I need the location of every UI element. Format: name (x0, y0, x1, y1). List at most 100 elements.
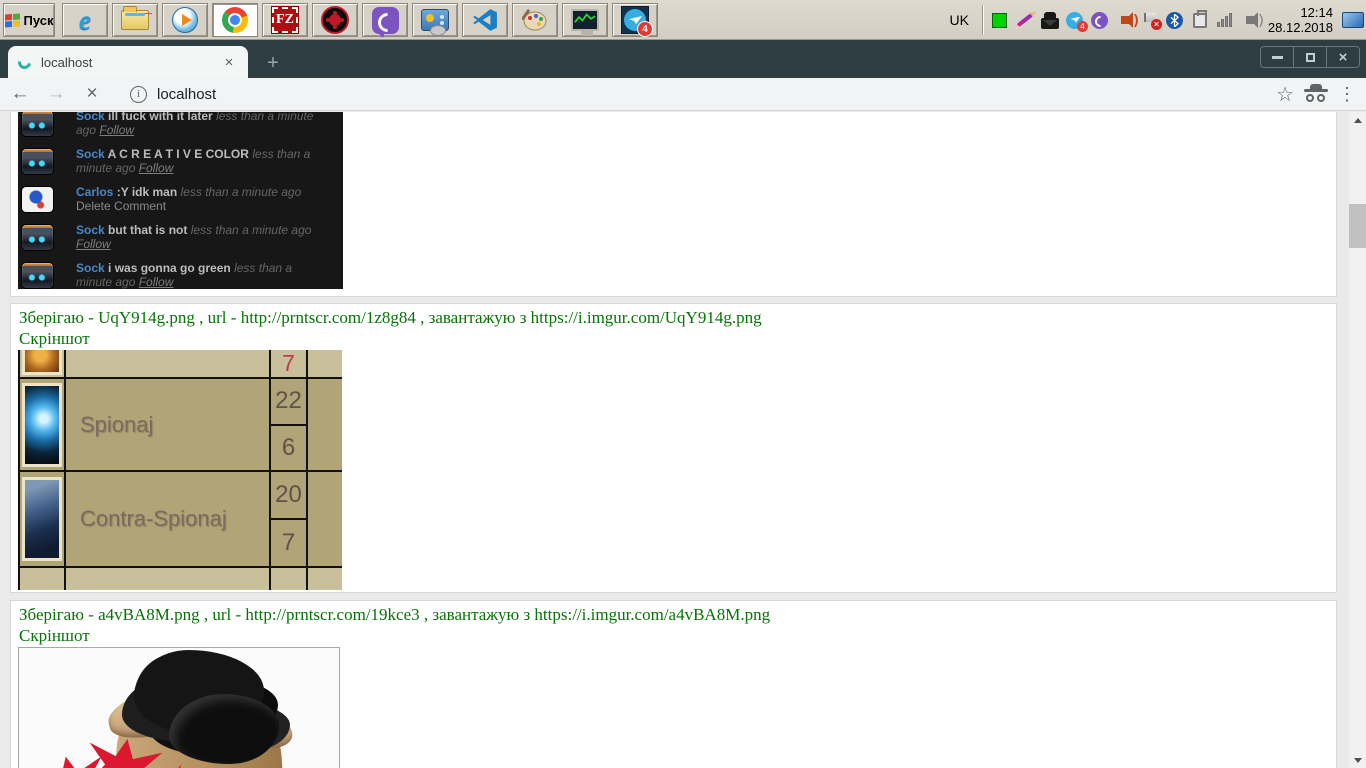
taskbar-item-paint[interactable] (512, 3, 558, 37)
comment-text: A C R E A T I V E COLOR (108, 147, 249, 161)
chrome-icon (221, 6, 249, 34)
log-entry-card: Sock ill fuck with it later less than a … (10, 112, 1337, 297)
close-button[interactable]: × (1326, 47, 1359, 67)
address-text[interactable]: localhost (157, 86, 1276, 103)
clock-date: 28.12.2018 (1268, 20, 1333, 35)
comment-follow-link: Follow (139, 275, 174, 289)
start-button[interactable]: Пуск (3, 3, 55, 37)
tab-localhost[interactable]: localhost × (8, 46, 248, 78)
taskbar-item-filezilla[interactable]: FZ (262, 3, 308, 37)
speaker-tray-icon[interactable] (1241, 11, 1259, 29)
page-scrollbar[interactable] (1349, 112, 1366, 768)
unit-value: 6 (271, 426, 306, 471)
forward-button[interactable]: → (40, 80, 72, 108)
log-entry-text: Зберігаю - a4vBA8M.png , url - http://pr… (11, 601, 1336, 625)
table-row: 7 (20, 568, 342, 590)
minimize-icon (1272, 56, 1283, 59)
telegram-icon: 4 (621, 6, 649, 34)
comment-text: i was gonna go green (108, 261, 231, 275)
arrow-up-icon (1354, 118, 1362, 123)
taskbar-item-game-launcher[interactable] (312, 3, 358, 37)
arrow-down-icon (1354, 758, 1362, 763)
chat-comment: Sock ill fuck with it later less than a … (21, 112, 333, 137)
clipboard-tray-icon[interactable] (1191, 11, 1209, 29)
taskbar-item-vscode[interactable] (462, 3, 508, 37)
signal-tray-icon[interactable] (1216, 11, 1234, 29)
show-desktop-icon[interactable] (1342, 12, 1364, 28)
system-monitor-icon (571, 6, 599, 34)
counterspy-unit-icon (22, 477, 62, 561)
telegram-tray-badge: 4 (1077, 21, 1088, 32)
viber-tray-icon[interactable] (1091, 11, 1109, 29)
taskbar-item-telegram[interactable]: 4 (612, 3, 658, 37)
mail-agent-tray-icon[interactable] (1041, 11, 1059, 29)
swirl-unit-icon (22, 350, 62, 375)
unit-name: Contra-Spionaj (66, 472, 271, 566)
back-button[interactable]: ← (4, 80, 36, 108)
table-row: 7 (20, 350, 342, 379)
windows-logo-icon (5, 13, 20, 27)
vscode-icon (471, 6, 499, 34)
scrollbar-up-button[interactable] (1349, 112, 1366, 128)
comment-username: Sock (76, 223, 105, 237)
screenshot-link[interactable]: Скріншот (11, 328, 1336, 349)
screenshot-link[interactable]: Скріншот (11, 625, 1336, 646)
page-info-icon[interactable]: i (130, 86, 147, 103)
restore-icon (1306, 53, 1315, 62)
comment-text: but that is not (108, 223, 187, 237)
game-table-screenshot: 7 Spionaj 226 Contra-Spionaj 207 7 (18, 350, 342, 590)
comment-follow-link: Follow (99, 123, 134, 137)
incognito-icon (1304, 85, 1328, 103)
comment-text: :Y idk man (117, 185, 177, 199)
comment-username: Sock (76, 112, 105, 123)
comment-follow-link: Follow (76, 237, 111, 251)
stop-button[interactable]: × (76, 80, 108, 108)
taskbar-item-system-monitor[interactable] (562, 3, 608, 37)
recording-tray-icon[interactable] (991, 11, 1009, 29)
taskbar-item-viber[interactable] (362, 3, 408, 37)
table-row: Spionaj 226 (20, 379, 342, 472)
telegram-tray-icon[interactable]: 4 (1066, 11, 1084, 29)
scrollbar-thumb[interactable] (1349, 204, 1366, 248)
taskbar-item-media-player[interactable] (162, 3, 208, 37)
table-cell-cut (308, 568, 342, 590)
comment-follow-link: Follow (139, 161, 174, 175)
tab-close-icon[interactable]: × (220, 53, 238, 71)
comment-meta: less than a minute ago (191, 223, 312, 237)
chat-comment: Sock i was gonna go green less than a mi… (21, 262, 333, 289)
tray-clock[interactable]: 12:14 28.12.2018 (1266, 5, 1335, 35)
taskbar-item-display-settings[interactable] (412, 3, 458, 37)
unit-value: 7 (271, 350, 306, 377)
volume-active-tray-icon[interactable] (1116, 11, 1134, 29)
log-entry-text: Зберігаю - UqY914g.png , url - http://pr… (11, 304, 1336, 328)
tab-title: localhost (41, 55, 210, 70)
comment-username: Sock (76, 147, 105, 161)
unit-value: 7 (271, 568, 306, 590)
unit-icon-cell (20, 568, 66, 590)
unit-icon-cell (20, 350, 66, 377)
start-label: Пуск (24, 13, 54, 28)
internet-explorer-icon: e (71, 6, 99, 34)
bluetooth-tray-icon[interactable] (1166, 11, 1184, 29)
bookmark-star-icon[interactable]: ☆ (1276, 82, 1294, 107)
unit-name (66, 350, 271, 377)
taskbar-item-internet-explorer[interactable]: e (62, 3, 108, 37)
taskbar-item-file-explorer[interactable] (112, 3, 158, 37)
scrollbar-down-button[interactable] (1349, 752, 1366, 768)
avatar-sock (21, 112, 54, 137)
network-error-tray-icon[interactable] (1141, 11, 1159, 29)
restore-button[interactable] (1293, 47, 1326, 67)
coal-lumps-graphic (169, 694, 279, 764)
viber-icon (371, 6, 399, 34)
game-launcher-icon (321, 6, 349, 34)
comment-meta: less than a minute ago (181, 185, 302, 199)
pencil-tray-icon[interactable] (1016, 11, 1034, 29)
table-row: Contra-Spionaj 207 (20, 472, 342, 568)
unit-name: Spionaj (66, 379, 271, 470)
unit-value: 7 (271, 520, 306, 566)
new-tab-button[interactable]: + (260, 50, 286, 76)
language-indicator[interactable]: UK (943, 12, 974, 28)
minimize-button[interactable] (1261, 47, 1293, 67)
taskbar-item-chrome[interactable] (212, 3, 258, 37)
menu-icon[interactable]: ⋮ (1338, 84, 1356, 105)
